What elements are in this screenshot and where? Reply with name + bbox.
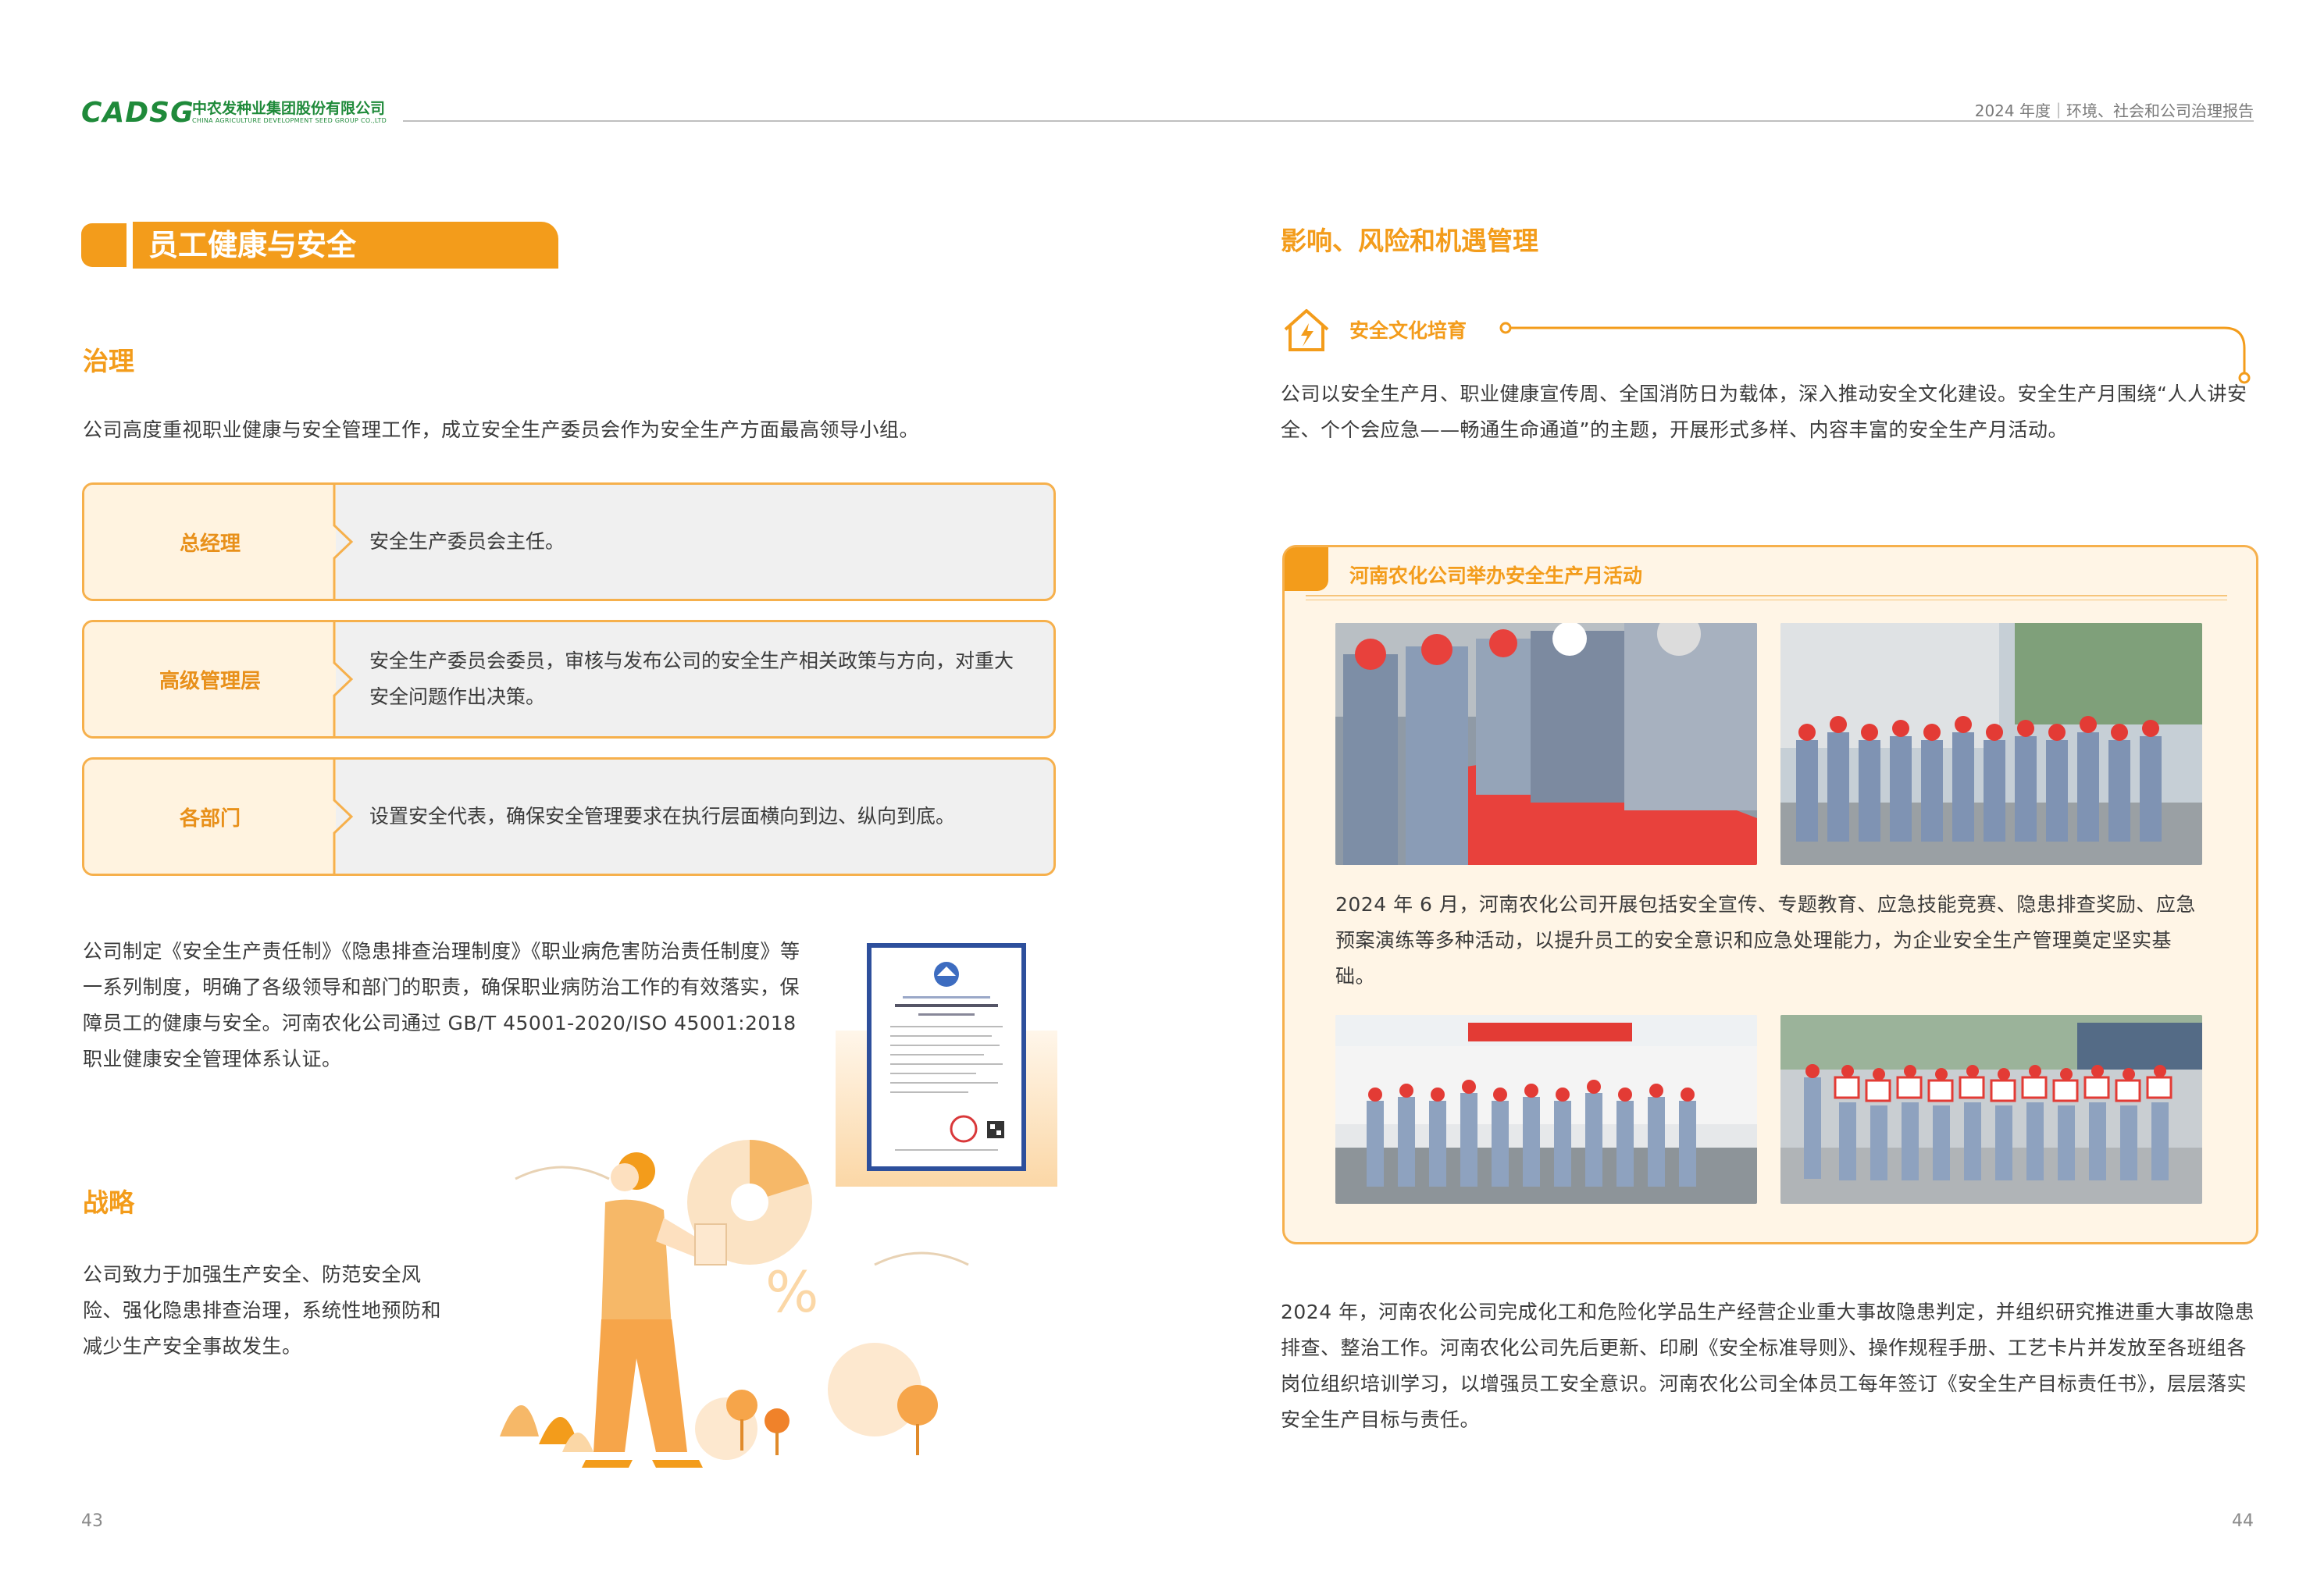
worker-illustration: % [500, 1140, 969, 1468]
governance-desc: 设置安全代表，确保安全管理要求在执行层面横向到边、纵向到底。 [369, 805, 956, 828]
activity-photo-signboards [1780, 1015, 2202, 1204]
governance-intro: 公司高度重视职业健康与安全管理工作，成立安全生产委员会作为安全生产方面最高领导小… [83, 418, 920, 441]
company-name-en: CHINA AGRICULTURE DEVELOPMENT SEED GROUP… [192, 117, 387, 124]
section-banner-tab [81, 223, 127, 267]
chevron-divider [333, 760, 354, 874]
governance-role: 高级管理层 [159, 669, 261, 693]
activity-box-divider [1306, 595, 2227, 596]
strategy-heading: 战略 [83, 1187, 134, 1218]
activity-photo-signing [1335, 623, 1757, 865]
governance-role: 总经理 [179, 532, 241, 556]
impact-heading: 影响、风险和机遇管理 [1281, 226, 1538, 256]
governance-desc: 安全生产委员会主任。 [369, 530, 565, 553]
closing-paragraph: 2024 年，河南农化公司完成化工和危险化学品生产经营企业重大事故隐患判定，并组… [1281, 1301, 2255, 1431]
activity-box-title: 河南农化公司举办安全生产月活动 [1349, 564, 1643, 587]
activity-photo-gathering [1335, 1015, 1757, 1204]
governance-desc: 安全生产委员会委员，审核与发布公司的安全生产相关政策与方向，对重大安全问题作出决… [369, 650, 1014, 708]
chevron-divider [333, 622, 354, 736]
house-lightning-icon [1284, 309, 1329, 351]
governance-row-departments: 各部门 设置安全代表，确保安全管理要求在执行层面横向到边、纵向到底。 [82, 757, 1056, 876]
activity-box-tab [1285, 547, 1328, 591]
strategy-paragraph: 公司致力于加强生产安全、防范安全风险、强化隐患排查治理，系统性地预防和减少生产安… [83, 1263, 442, 1358]
policy-paragraph: 公司制定《安全生产责任制》《隐患排查治理制度》《职业病危害防治责任制度》等一系列… [83, 940, 800, 1070]
company-logo: CADSG [81, 97, 194, 129]
culture-subheading: 安全文化培育 [1349, 319, 1467, 342]
governance-role: 各部门 [179, 806, 241, 831]
governance-heading: 治理 [83, 346, 134, 376]
governance-row-senior: 高级管理层 安全生产委员会委员，审核与发布公司的安全生产相关政策与方向，对重大安… [82, 620, 1056, 739]
page-number-left: 43 [81, 1511, 103, 1531]
activity-caption: 2024 年 6 月，河南农化公司开展包括安全宣传、专题教育、应急技能竞赛、隐患… [1335, 893, 2196, 988]
chevron-divider [333, 485, 354, 599]
report-title: 2024 年度｜环境、社会和公司治理报告 [1974, 101, 2254, 120]
company-name-cn: 中农发种业集团股份有限公司 [192, 100, 386, 117]
activity-photo-assembly [1780, 623, 2202, 865]
page-number-right: 44 [2232, 1511, 2254, 1531]
culture-paragraph: 公司以安全生产月、职业健康宣传周、全国消防日为载体，深入推动安全文化建设。安全生… [1281, 383, 2247, 441]
section-title: 员工健康与安全 [148, 228, 357, 262]
governance-row-gm: 总经理 安全生产委员会主任。 [82, 482, 1056, 601]
subheading-connector-line [1499, 322, 2251, 384]
svg-text:%: % [765, 1259, 818, 1325]
